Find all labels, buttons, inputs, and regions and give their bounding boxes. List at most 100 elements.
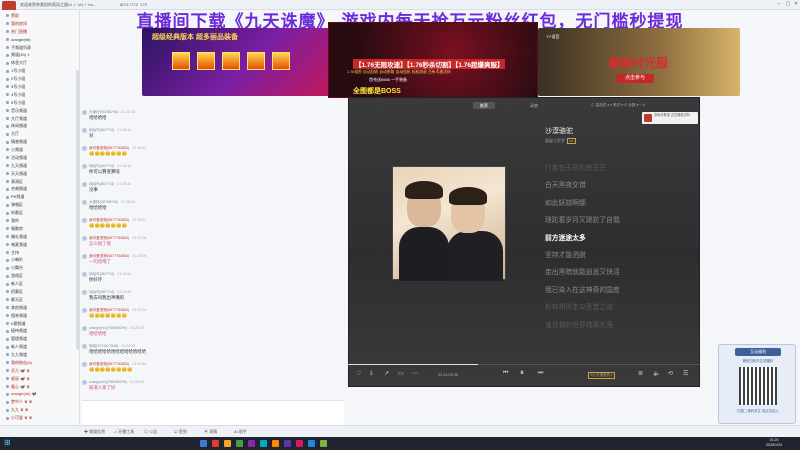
user-avatar-icon[interactable]	[82, 182, 87, 187]
channel-list-item[interactable]: 新人区	[0, 280, 80, 288]
channel-list-item[interactable]: 小频道	[0, 146, 80, 154]
chat-username[interactable]: orange(nb)(789466299) 21:20:45	[89, 380, 144, 384]
quality-selector[interactable]: SQ 无损音质 ▾	[588, 372, 615, 379]
channel-list-item[interactable]: 相亲频道	[0, 312, 80, 320]
lyric-line[interactable]: 如此妖娆啊娜	[545, 197, 586, 207]
channel-list-item[interactable]: 小舞台	[0, 264, 80, 272]
tab-recommend[interactable]: 推荐	[473, 102, 495, 109]
taskbar-app-icon[interactable]	[248, 440, 255, 447]
channel-list-item[interactable]: 唱歌房	[0, 225, 80, 233]
channel-list-item[interactable]: 九天频道	[0, 162, 80, 170]
channel-list-item[interactable]: 喊麦频道	[0, 241, 80, 249]
user-list-item[interactable]: 灵儿 🦋 ♛	[0, 367, 80, 375]
channel-list-item[interactable]: orange(nb)	[0, 36, 80, 44]
channel-list-item[interactable]: 新人频道	[0, 343, 80, 351]
user-avatar-icon[interactable]	[82, 290, 87, 295]
volume-icon[interactable]: 🔈	[653, 370, 660, 377]
user-list-item[interactable]: 九九 ♛ ♛	[0, 406, 80, 414]
channel-list-item[interactable]: 活动频道	[0, 154, 80, 162]
start-icon[interactable]: ⊞	[4, 439, 12, 447]
user-list-item[interactable]: orange(nb) 🦋	[0, 390, 80, 398]
taskbar-app-icon[interactable]	[224, 440, 231, 447]
channel-list-item[interactable]: K歌频道	[0, 320, 80, 328]
channel-list-item[interactable]: 大厅频道	[0, 115, 80, 123]
channel-list-item[interactable]: 4号小组	[0, 91, 80, 99]
comment-icon[interactable]: ▭	[398, 370, 404, 377]
next-icon[interactable]: ⏭	[538, 370, 543, 377]
channel-list-item[interactable]: 小喇叭	[0, 256, 80, 264]
channel-list-item[interactable]: 其他频道	[0, 304, 80, 312]
like-icon[interactable]: ♡	[356, 370, 361, 377]
lyric-line[interactable]: 谁说我的世界疏离失落	[545, 319, 613, 329]
album-cover[interactable]	[392, 166, 506, 281]
user-avatar-icon[interactable]	[82, 362, 87, 367]
prev-icon[interactable]: ⏮	[503, 370, 508, 377]
lyric-line[interactable]: 白天黑夜交错	[545, 179, 586, 189]
minimize-icon[interactable]: –	[776, 1, 782, 7]
channel-list-item[interactable]: 主持	[0, 249, 80, 257]
user-list-item[interactable]: 暖心 🦋 ♛	[0, 383, 80, 391]
channel-list-item[interactable]: 热门直播	[0, 28, 80, 36]
channel-list-item[interactable]: 九九频道	[0, 351, 80, 359]
more-icon[interactable]: ⋯	[412, 370, 418, 377]
user-avatar-icon[interactable]	[82, 380, 87, 385]
lyric-line[interactable]: 我已染入在这神奇的国度	[545, 284, 620, 294]
share-icon[interactable]: ↗	[384, 370, 389, 377]
channel-list-item[interactable]: 休闲频道	[0, 122, 80, 130]
channel-list-item[interactable]: 招募区	[0, 288, 80, 296]
toolbar-item[interactable]: ◎ 公告	[144, 429, 157, 435]
channel-list-item[interactable]: 子频道列表	[0, 44, 80, 52]
channel-list-item[interactable]: 游戏区	[0, 272, 80, 280]
channel-list-item[interactable]: 我的	[0, 217, 80, 225]
user-avatar-icon[interactable]	[82, 200, 87, 205]
channel-list-item[interactable]: 管理频道	[0, 335, 80, 343]
user-avatar-icon[interactable]	[82, 128, 87, 133]
participate-button[interactable]: 点击参与	[616, 74, 654, 83]
chat-username[interactable]: 咕咕鸟(567714) 21:18:11	[89, 128, 131, 133]
channel-list-item[interactable]: 天天频道	[0, 170, 80, 178]
lyric-line[interactable]: 行走在无尽的苍茫茫	[545, 162, 606, 172]
taskbar-app-icon[interactable]	[272, 440, 279, 447]
taskbar-app-icon[interactable]	[260, 440, 267, 447]
ad-center[interactable]: 【1.76无限攻速】【1.76秒杀切割】【1.76超爆爽服】 1.76倍秒 自动…	[328, 22, 538, 98]
login-status-chip[interactable]: 您尚未登录 正在播放试听	[642, 112, 698, 124]
channel-list-item[interactable]: 接待频道	[0, 327, 80, 335]
loop-icon[interactable]: ⟲	[668, 370, 673, 377]
toolbar-item[interactable]: ☑ 签到	[174, 429, 187, 435]
user-avatar-icon[interactable]	[82, 218, 87, 223]
user-list-item[interactable]: 我的粉丝(5)	[0, 359, 80, 367]
user-avatar-icon[interactable]	[82, 272, 87, 277]
user-avatar-icon[interactable]	[82, 236, 87, 241]
progress-bar[interactable]	[348, 364, 700, 365]
channel-list-item[interactable]: 聊天区	[0, 296, 80, 304]
player-window-controls[interactable]: ⊙ 高品质 ▾ ≡ 歌词 ▾ ⊡ 全屏 ▾ ─ ✕	[591, 103, 646, 108]
toolbar-item[interactable]: AI 助手	[234, 429, 247, 435]
lyric-line[interactable]: 前方迷途太多	[545, 232, 586, 242]
ad-right[interactable]: YY语音 魔兽时光服 点击参与	[538, 28, 740, 96]
user-avatar-icon[interactable]	[82, 254, 87, 259]
toolbar-item[interactable]: ✚ 频道信息	[84, 429, 105, 435]
close-icon[interactable]: ✕	[793, 1, 799, 7]
taskbar-app-icon[interactable]	[200, 440, 207, 447]
tab-dynamic[interactable]: 动态	[523, 102, 545, 109]
channel-list-item[interactable]: 3号小组	[0, 83, 80, 91]
lyric-line[interactable]: 坚持才能洒脱	[545, 249, 586, 259]
list-icon[interactable]: ☰	[683, 370, 688, 377]
lyric-line[interactable]: 轮转相伴走向圣堂之路	[545, 301, 613, 311]
qr-promo-card[interactable]: 互动福利 微信扫码关注领福利 扫描二维码关注 或点击加入	[718, 344, 796, 424]
channel-list-item[interactable]: 休息大厅	[0, 59, 80, 67]
ad-left[interactable]: 超级经典版本 超多丽品装备	[142, 28, 330, 96]
channel-list-item[interactable]: 表演区	[0, 178, 80, 186]
channel-list-item[interactable]: 赞助	[0, 12, 80, 20]
user-avatar-icon[interactable]	[82, 344, 87, 349]
channel-list-item[interactable]: 2号小组	[0, 75, 80, 83]
channel-list-item[interactable]: 我的房间	[0, 20, 80, 28]
pause-icon[interactable]: ⏸	[520, 368, 524, 378]
channel-list-item[interactable]: 婚礼频道	[0, 233, 80, 241]
channel-list-item[interactable]: 情感频道	[0, 138, 80, 146]
channel-list-item[interactable]: 频道(43) 1	[0, 51, 80, 59]
taskbar-app-icon[interactable]	[284, 440, 291, 447]
user-avatar-icon[interactable]	[82, 326, 87, 331]
system-clock[interactable]: 21:20 2025/1/24	[766, 438, 782, 448]
channel-list-item[interactable]: 1号小组	[0, 67, 80, 75]
